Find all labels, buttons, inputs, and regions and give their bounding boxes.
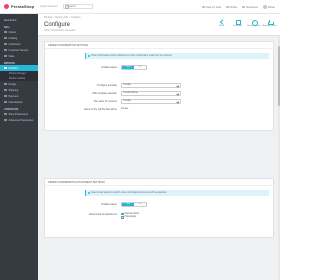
- checkbox-icon[interactable]: [121, 216, 124, 219]
- sidebar: Dashboard SELL Orders Catalog Customers …: [0, 14, 38, 280]
- payment-icon: [4, 94, 7, 98]
- sidebar-item-international[interactable]: International: [0, 99, 38, 105]
- attachment-settings-panel: ORDER CONFIRMATION ATTACHMENT SETTINGS S…: [44, 178, 274, 238]
- enable-attachment-row: Enable feature YES NO: [45, 201, 275, 207]
- orders-icon: [4, 30, 7, 34]
- page-title: Configure: [44, 22, 71, 28]
- pdf-file-name-row: Name of the pdf file that will be Invoic…: [84, 107, 129, 111]
- breadcrumb-separator: /: [53, 17, 55, 19]
- breadcrumb-separator: /: [69, 17, 70, 19]
- pdf-template-select[interactable]: Invoice theme: [121, 90, 181, 96]
- main-content: Modules / Delivery Slip / Configure Conf…: [38, 14, 280, 280]
- documents-checklist: Payment Error Processing: [121, 212, 139, 219]
- globe-icon: [4, 100, 7, 104]
- back-icon: [219, 19, 224, 24]
- orders-notification[interactable]: Orders: [226, 6, 237, 9]
- breadcrumb-item[interactable]: Delivery Slip: [55, 17, 68, 19]
- translate-button[interactable]: Translate: [232, 19, 243, 27]
- checkbox-processing[interactable]: Processing: [121, 216, 139, 219]
- breadcrumb-item[interactable]: Modules: [44, 17, 53, 19]
- enable-feature-toggle[interactable]: YES NO: [121, 64, 147, 70]
- scrollbar[interactable]: [278, 36, 280, 280]
- page-header: Modules / Delivery Slip / Configure Conf…: [38, 14, 280, 36]
- top-right-links: View my shop Orders Customers Admin: [202, 0, 275, 14]
- user-icon: [242, 5, 245, 9]
- pdf-file-name-value: Invoice: [121, 108, 129, 110]
- catalog-icon: [4, 36, 7, 40]
- checkbox-payment-error[interactable]: Payment Error: [121, 212, 139, 215]
- top-bar: PrestaShop Quick Access ▾ View my shop O…: [0, 0, 280, 14]
- customers-icon: [4, 42, 7, 46]
- panel-title: ORDER CONFIRMATION ATTACHMENT SETTINGS: [45, 179, 273, 186]
- manage-hooks-button[interactable]: Manage hooks: [262, 19, 277, 27]
- chevron-down-icon: [176, 84, 179, 87]
- customers-notification[interactable]: Customers: [242, 6, 258, 9]
- toggle-yes[interactable]: YES: [122, 65, 134, 69]
- scrollbar-thumb[interactable]: [278, 46, 280, 106]
- prestashop-logo-icon: [4, 4, 9, 9]
- info-icon: [87, 54, 90, 58]
- search-box[interactable]: [62, 4, 93, 9]
- view-shop-link[interactable]: View my shop: [202, 6, 221, 9]
- order-confirmation-settings-panel: ORDER CONFIRMATION SETTINGS Order confir…: [44, 41, 274, 131]
- toggle-yes[interactable]: YES: [122, 202, 134, 206]
- enable-attachment-toggle[interactable]: YES NO: [121, 201, 147, 207]
- search-icon: [64, 5, 69, 9]
- pdf-template-row: PDF template selection Invoice theme: [45, 90, 275, 96]
- employee-menu[interactable]: Admin: [262, 5, 275, 9]
- cart-icon: [226, 5, 229, 9]
- brand-name: PrestaShop: [11, 4, 35, 9]
- modules-icon: [4, 66, 7, 70]
- documents-row: Documents for attachment Payment Error P…: [88, 212, 140, 219]
- download-icon: [267, 19, 274, 25]
- panel-title: ORDER CONFIRMATION SETTINGS: [45, 42, 273, 49]
- breadcrumb-item: Configure: [70, 17, 81, 19]
- shipping-icon: [4, 88, 7, 92]
- toggle-no[interactable]: NO: [134, 65, 146, 69]
- enable-feature-row: Enable feature YES NO: [45, 64, 275, 70]
- check-update-button[interactable]: Check update: [247, 19, 260, 27]
- sidebar-item-stats[interactable]: Stats: [0, 53, 38, 59]
- settings-icon: [4, 112, 7, 116]
- toolbar: Back Translate Check update Manage hooks: [216, 19, 277, 27]
- file-name-row: File name for invoices Invoice: [45, 98, 275, 104]
- configure-template-select[interactable]: Invoice: [121, 82, 181, 88]
- gear-icon: [4, 118, 7, 122]
- back-button[interactable]: Back: [216, 19, 227, 27]
- info-alert: Order confirmation will be attached to o…: [85, 53, 269, 59]
- stats-icon: [4, 54, 7, 58]
- page-subtitle: Order Confirmation Generator: [44, 29, 76, 32]
- avatar: [262, 5, 267, 9]
- design-icon: [4, 82, 7, 86]
- toggle-no[interactable]: NO: [134, 202, 146, 206]
- prestashop-logo[interactable]: PrestaShop: [4, 4, 34, 9]
- translate-icon: [235, 19, 241, 25]
- sidebar-item-advanced-parameters[interactable]: Advanced Parameters: [0, 117, 38, 123]
- sidebar-item-dashboard[interactable]: Dashboard: [0, 17, 38, 23]
- quick-access-menu[interactable]: Quick Access ▾: [40, 5, 58, 8]
- chevron-down-icon: [176, 100, 179, 103]
- breadcrumb: Modules / Delivery Slip / Configure: [44, 17, 81, 19]
- configure-template-row: Configure template Invoice: [45, 82, 275, 88]
- checkbox-icon[interactable]: [121, 212, 124, 215]
- customer-service-icon: [4, 48, 7, 52]
- info-icon: [87, 191, 90, 195]
- search-input[interactable]: [67, 5, 92, 8]
- file-name-select[interactable]: Invoice: [121, 98, 181, 104]
- chevron-down-icon: [176, 92, 179, 95]
- shop-icon: [202, 5, 205, 9]
- info-alert: Select order states for which order conf…: [85, 190, 269, 196]
- refresh-icon: [251, 19, 258, 26]
